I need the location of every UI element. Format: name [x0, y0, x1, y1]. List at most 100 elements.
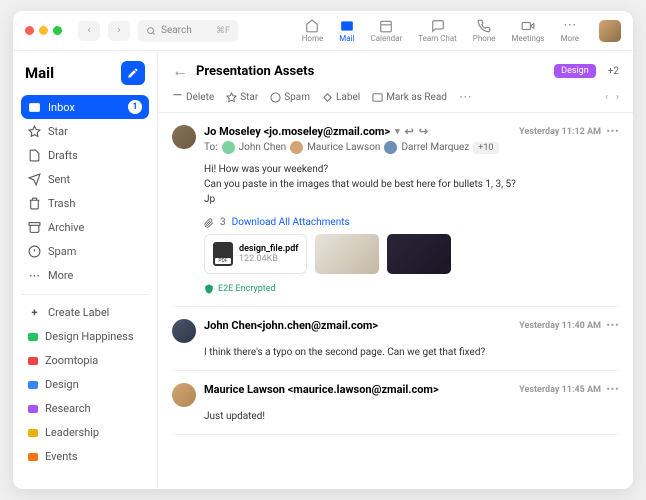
thread-tag[interactable]: Design: [554, 64, 596, 78]
sidebar-drafts-label: Drafts: [48, 149, 78, 162]
thread-tag-more[interactable]: +2: [608, 66, 619, 77]
spam-button[interactable]: Spam: [270, 92, 310, 103]
message-more[interactable]: ⋯: [606, 383, 619, 396]
create-label-button[interactable]: +Create Label: [21, 301, 149, 324]
sender-avatar[interactable]: [172, 383, 196, 407]
minimize-window[interactable]: [39, 26, 48, 35]
download-all-link[interactable]: Download All Attachments: [232, 217, 350, 228]
message-more[interactable]: ⋯: [606, 319, 619, 332]
nav-calendar-label: Calendar: [370, 34, 402, 43]
nav-phone[interactable]: Phone: [467, 17, 502, 45]
message-more[interactable]: ⋯: [606, 125, 619, 138]
user-avatar[interactable]: [599, 20, 621, 42]
attach-header: 3 Download All Attachments: [204, 217, 619, 228]
toolbar-more[interactable]: ⋯: [459, 91, 472, 104]
nav-more-label: More: [561, 34, 579, 43]
message-time: Yesterday 11:12 AM: [519, 127, 601, 137]
forward-icon[interactable]: ↪: [419, 125, 428, 138]
label-design[interactable]: Design: [21, 373, 149, 396]
nav-back-button[interactable]: ‹: [78, 21, 100, 41]
chat-icon: [431, 19, 445, 33]
label-text: Design: [45, 378, 79, 391]
spam-label: Spam: [284, 92, 310, 103]
inbox-icon: [28, 101, 41, 114]
attachments: 3 Download All Attachments design_file.p…: [204, 217, 619, 274]
sidebar-star-label: Star: [48, 125, 68, 138]
message-body: I think there's a typo on the second pag…: [204, 347, 619, 358]
label-text: Events: [45, 450, 78, 463]
body-line: Can you paste in the images that would b…: [204, 177, 619, 192]
sidebar-inbox[interactable]: Inbox1: [21, 95, 149, 119]
nav-mail[interactable]: Mail: [333, 17, 360, 45]
nav-calendar[interactable]: Calendar: [364, 17, 408, 45]
sender-avatar[interactable]: [172, 125, 196, 149]
sidebar-drafts[interactable]: Drafts: [21, 144, 149, 167]
attachment-thumb[interactable]: [315, 234, 379, 274]
compose-button[interactable]: [121, 61, 145, 85]
archive-icon: [28, 221, 41, 234]
sidebar-sent[interactable]: Sent: [21, 168, 149, 191]
close-window[interactable]: [25, 26, 34, 35]
sidebar-more[interactable]: ⋯ More: [21, 264, 149, 287]
message-to: To: John Chen Maurice Lawson Darrel Marq…: [204, 141, 619, 154]
sidebar-spam-label: Spam: [48, 245, 76, 258]
encryption-text: E2E Encrypted: [218, 284, 276, 294]
label-text: Design Happiness: [45, 330, 134, 343]
label-dot: [28, 405, 38, 413]
sidebar-sent-label: Sent: [48, 173, 70, 186]
label-label: Label: [336, 92, 360, 103]
expand-icon[interactable]: ▾: [395, 127, 400, 137]
maximize-window[interactable]: [53, 26, 62, 35]
label-dot: [28, 357, 38, 365]
message-from: Maurice Lawson <maurice.lawson@zmail.com…: [204, 383, 439, 396]
recipient-avatar[interactable]: [290, 141, 303, 154]
sender-avatar[interactable]: [172, 319, 196, 343]
nav-teamchat[interactable]: Team Chat: [412, 17, 463, 45]
search-icon: [146, 26, 156, 36]
trash-icon: [172, 92, 183, 103]
delete-label: Delete: [186, 92, 214, 103]
nav-forward-button[interactable]: ›: [108, 21, 130, 41]
sidebar-spam[interactable]: Spam: [21, 240, 149, 263]
label-zoomtopia[interactable]: Zoomtopia: [21, 349, 149, 372]
video-icon: [521, 19, 535, 33]
sidebar-archive[interactable]: Archive: [21, 216, 149, 239]
thread-subject: Presentation Assets: [196, 64, 314, 79]
prev-thread[interactable]: ‹: [605, 92, 608, 103]
star-button[interactable]: Star: [226, 92, 258, 103]
nav-home[interactable]: Home: [296, 17, 330, 45]
pencil-icon: [127, 67, 139, 79]
attachment-thumb[interactable]: [387, 234, 451, 274]
to-label: To:: [204, 142, 218, 153]
sidebar-inbox-label: Inbox: [48, 101, 75, 114]
markread-label: Mark as Read: [386, 92, 447, 103]
search-input[interactable]: Search ⌘F: [138, 20, 238, 42]
more-icon: ⋯: [28, 269, 41, 282]
label-design-happiness[interactable]: Design Happiness: [21, 325, 149, 348]
recipients-more[interactable]: +10: [473, 142, 498, 154]
shield-icon: [204, 284, 214, 294]
sidebar-star[interactable]: Star: [21, 120, 149, 143]
delete-button[interactable]: Delete: [172, 92, 214, 103]
recipient-avatar[interactable]: [222, 141, 235, 154]
label-research[interactable]: Research: [21, 397, 149, 420]
attachment-files: design_file.pdf 122.04KB: [204, 234, 619, 274]
reply-icon[interactable]: ↩: [405, 125, 414, 138]
next-thread[interactable]: ›: [616, 92, 619, 103]
message-2: John Chen<john.chen@zmail.com> Yesterday…: [172, 307, 619, 371]
recipient-avatar[interactable]: [384, 141, 397, 154]
titlebar: ‹ › Search ⌘F Home Mail Calendar Team Ch…: [13, 11, 633, 51]
nav-teamchat-label: Team Chat: [418, 34, 457, 43]
sidebar-more-label: More: [48, 269, 73, 282]
back-button[interactable]: ←: [172, 61, 188, 81]
label-events[interactable]: Events: [21, 445, 149, 468]
label-button[interactable]: Label: [322, 92, 360, 103]
sidebar-trash[interactable]: Trash: [21, 192, 149, 215]
markread-button[interactable]: Mark as Read: [372, 92, 447, 103]
attachment-file[interactable]: design_file.pdf 122.04KB: [204, 234, 307, 274]
recipient-name: John Chen: [239, 142, 287, 153]
label-leadership[interactable]: Leadership: [21, 421, 149, 444]
nav-more[interactable]: ⋯More: [555, 17, 585, 45]
nav-meetings[interactable]: Meetings: [505, 17, 550, 45]
file-size: 122.04KB: [239, 254, 298, 264]
